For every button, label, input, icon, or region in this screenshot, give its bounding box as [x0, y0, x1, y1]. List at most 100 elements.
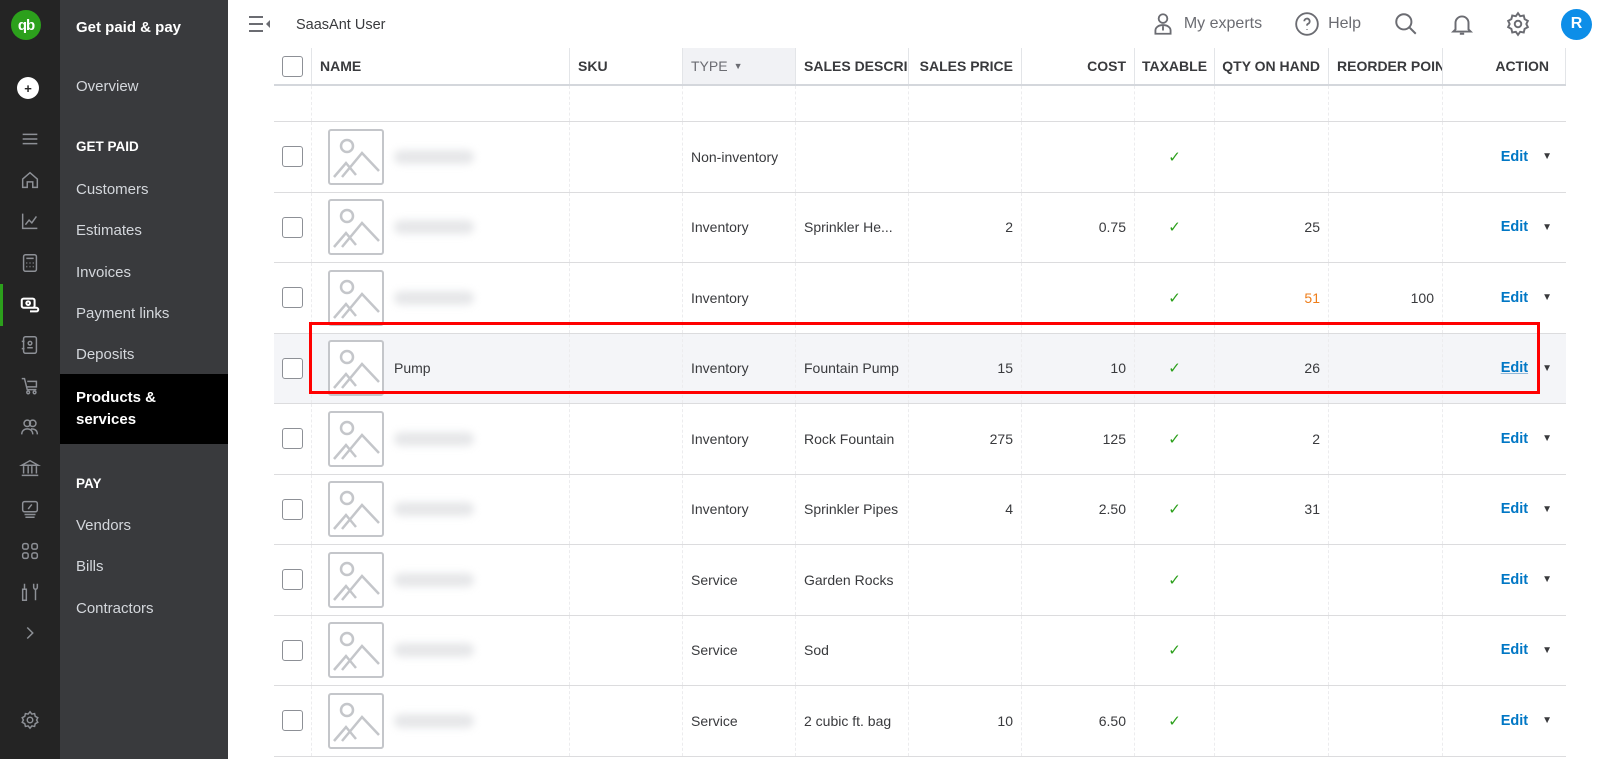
row-taxable-cell: ✓ [1135, 122, 1215, 192]
sort-desc-icon: ▼ [733, 61, 743, 71]
row-type-cell: Service [683, 686, 796, 756]
subnav-item-products-services[interactable]: Products & services [60, 374, 228, 444]
row-name-cell [312, 122, 570, 192]
subnav-item-vendors[interactable]: Vendors [60, 517, 228, 534]
select-all-checkbox[interactable] [282, 55, 303, 77]
column-header-cost[interactable]: COST [1022, 48, 1135, 84]
row-action-cell: Edit ▼ [1443, 475, 1566, 545]
quickbooks-logo[interactable]: qb [11, 10, 41, 40]
item-name-redacted[interactable] [394, 502, 474, 517]
search-icon[interactable] [1393, 11, 1419, 37]
payments-icon[interactable] [0, 284, 60, 326]
subnav-item-deposits[interactable]: Deposits [60, 346, 228, 363]
bank-icon[interactable] [0, 453, 60, 483]
item-description: Sprinkler Pipes [804, 501, 899, 518]
row-desc-cell [796, 122, 909, 192]
action-dropdown-icon[interactable]: ▼ [1542, 574, 1552, 585]
row-checkbox[interactable] [282, 216, 303, 238]
row-action-cell: Edit ▼ [1443, 404, 1566, 474]
row-checkbox[interactable] [282, 287, 303, 309]
row-checkbox[interactable] [282, 639, 303, 661]
table-row: Inventory ✓ 51 100 Edit ▼ [274, 263, 1566, 334]
column-header-taxable[interactable]: TAXABLE [1135, 48, 1215, 84]
action-dropdown-icon[interactable]: ▼ [1542, 433, 1552, 444]
row-checkbox[interactable] [282, 569, 303, 591]
home-icon[interactable] [0, 165, 60, 195]
row-checkbox[interactable] [282, 357, 303, 379]
subnav-item-payment-links[interactable]: Payment links [60, 305, 228, 322]
contacts-book-icon[interactable] [0, 330, 60, 360]
collapse-menu-icon[interactable] [248, 14, 272, 39]
tools-icon[interactable] [0, 577, 60, 607]
cart-icon[interactable] [0, 371, 60, 401]
apps-icon[interactable] [0, 536, 60, 566]
item-description: Sprinkler He... [804, 219, 893, 236]
action-dropdown-icon[interactable]: ▼ [1542, 151, 1552, 162]
action-dropdown-icon[interactable]: ▼ [1542, 715, 1552, 726]
action-dropdown-icon[interactable]: ▼ [1542, 645, 1552, 656]
row-checkbox[interactable] [282, 146, 303, 168]
edit-button[interactable]: Edit [1501, 642, 1528, 658]
help-label: Help [1328, 15, 1361, 32]
subnav-item-bills[interactable]: Bills [60, 558, 228, 575]
edit-button[interactable]: Edit [1501, 431, 1528, 447]
edit-button[interactable]: Edit [1501, 501, 1528, 517]
chevron-right-icon[interactable] [0, 618, 60, 648]
image-placeholder-icon [328, 340, 384, 397]
subnav-item-overview[interactable]: Overview [60, 78, 228, 95]
column-header-sku[interactable]: SKU [570, 48, 683, 84]
row-taxable-cell: ✓ [1135, 686, 1215, 756]
item-name-redacted[interactable] [394, 149, 474, 164]
subnav-item-invoices[interactable]: Invoices [60, 264, 228, 281]
user-avatar[interactable]: R [1561, 8, 1592, 40]
column-header-sales-price[interactable]: SALES PRICE [909, 48, 1022, 84]
column-header-name[interactable]: NAME [312, 48, 570, 84]
row-checkbox-cell [274, 404, 312, 474]
calculator-icon[interactable] [0, 248, 60, 278]
item-name-redacted[interactable] [394, 643, 474, 658]
edit-button[interactable]: Edit [1501, 360, 1528, 376]
item-reorder-point: 100 [1410, 289, 1434, 306]
column-header-type[interactable]: TYPE ▼ [683, 48, 796, 84]
settings-gear-icon[interactable] [1505, 11, 1531, 37]
item-name-redacted[interactable] [394, 290, 474, 305]
action-dropdown-icon[interactable]: ▼ [1542, 292, 1552, 303]
tax-icon[interactable] [0, 494, 60, 524]
edit-button[interactable]: Edit [1501, 149, 1528, 165]
row-taxable-cell: ✓ [1135, 545, 1215, 615]
row-checkbox[interactable] [282, 710, 303, 732]
action-dropdown-icon[interactable]: ▼ [1542, 363, 1552, 374]
my-experts-button[interactable]: My experts [1150, 11, 1262, 37]
row-taxable-cell: ✓ [1135, 333, 1215, 403]
create-new-button[interactable]: + [17, 77, 39, 99]
subnav-item-estimates[interactable]: Estimates [60, 222, 228, 239]
edit-button[interactable]: Edit [1501, 572, 1528, 588]
action-dropdown-icon[interactable]: ▼ [1542, 504, 1552, 515]
item-name-redacted[interactable] [394, 713, 474, 728]
item-name-redacted[interactable] [394, 572, 474, 587]
item-type: Inventory [691, 289, 749, 306]
gear-icon[interactable] [0, 705, 60, 735]
column-header-sales-description[interactable]: SALES DESCRIPT [796, 48, 909, 84]
menu-icon[interactable] [0, 124, 60, 154]
chart-icon[interactable] [0, 206, 60, 236]
table-row: Service Garden Rocks ✓ Edit ▼ [274, 545, 1566, 616]
edit-button[interactable]: Edit [1501, 219, 1528, 235]
item-name[interactable]: Pump [394, 360, 431, 376]
bell-icon[interactable] [1449, 11, 1475, 37]
row-checkbox[interactable] [282, 428, 303, 450]
help-button[interactable]: Help [1294, 11, 1361, 37]
subnav-item-customers[interactable]: Customers [60, 181, 228, 198]
item-name-redacted[interactable] [394, 220, 474, 235]
edit-button[interactable]: Edit [1501, 290, 1528, 306]
people-icon[interactable] [0, 412, 60, 442]
column-header-reorder-point[interactable]: REORDER POINT [1329, 48, 1443, 84]
edit-button[interactable]: Edit [1501, 713, 1528, 729]
action-dropdown-icon[interactable]: ▼ [1542, 222, 1552, 233]
item-name-redacted[interactable] [394, 431, 474, 446]
subnav-item-contractors[interactable]: Contractors [60, 600, 228, 617]
column-header-qty-on-hand[interactable]: QTY ON HAND [1215, 48, 1329, 84]
row-checkbox[interactable] [282, 498, 303, 520]
row-desc-cell: Fountain Pump [796, 333, 909, 403]
item-cost: 125 [1102, 430, 1126, 447]
